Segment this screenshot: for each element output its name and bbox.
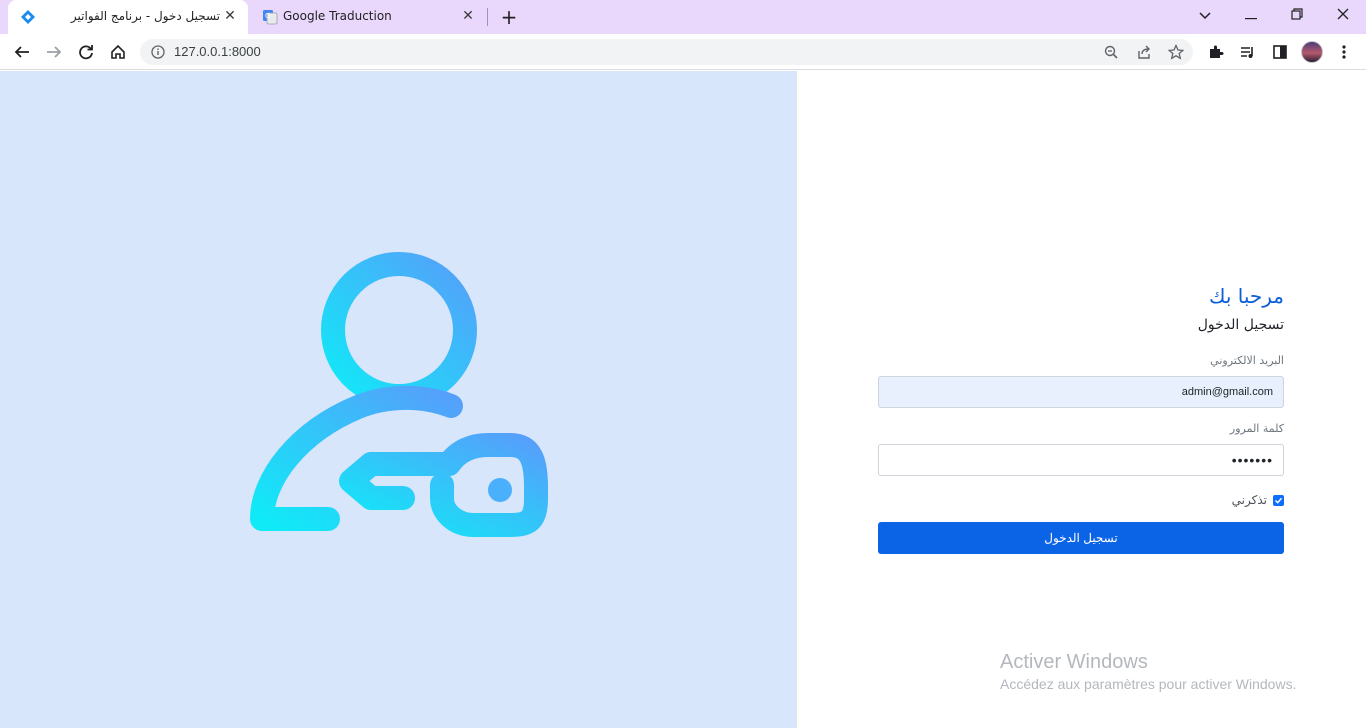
restore-button[interactable] (1285, 5, 1309, 27)
tab-title: تسجيل دخول - برنامج الفواتير (70, 9, 220, 23)
forward-arrow-icon[interactable] (42, 40, 66, 64)
close-window-button[interactable] (1331, 5, 1355, 27)
svg-text:G: G (265, 12, 270, 20)
tab-title: Google Traduction (283, 9, 392, 23)
home-icon[interactable] (106, 40, 130, 64)
browser-toolbar: 127.0.0.1:8000 (0, 34, 1366, 70)
back-arrow-icon[interactable] (10, 40, 34, 64)
tab-active[interactable]: تسجيل دخول - برنامج الفواتير ✕ (8, 0, 248, 34)
media-queue-icon[interactable] (1236, 40, 1260, 64)
email-field[interactable] (878, 376, 1284, 408)
info-icon[interactable] (150, 44, 166, 60)
password-label: كلمة المرور (1229, 422, 1284, 435)
extensions-puzzle-icon[interactable] (1204, 40, 1228, 64)
minimize-button[interactable] (1239, 5, 1263, 27)
login-button[interactable]: تسجيل الدخول (878, 522, 1284, 554)
url-text[interactable]: 127.0.0.1:8000 (174, 44, 261, 59)
tab-google-traduction[interactable]: G Google Traduction ✕ (250, 0, 486, 34)
tab-search-chevron-icon[interactable] (1193, 5, 1217, 27)
windows-activation-watermark: Activer Windows Accédez aux paramètres p… (1000, 651, 1296, 692)
user-key-icon (250, 252, 548, 537)
google-translate-icon: G (262, 9, 278, 25)
side-panel-icon[interactable] (1268, 40, 1292, 64)
close-icon[interactable]: ✕ (460, 8, 476, 24)
login-panel: مرحبا بك تسجيل الدخول البريد الالكتروني … (796, 71, 1366, 728)
watermark-title: Activer Windows (1000, 651, 1148, 673)
address-bar[interactable]: 127.0.0.1:8000 (140, 39, 1193, 65)
password-field[interactable] (878, 444, 1284, 476)
bookmark-star-icon[interactable] (1167, 43, 1185, 61)
browser-tab-strip: تسجيل دخول - برنامج الفواتير ✕ G Google … (0, 0, 1366, 34)
close-icon[interactable]: ✕ (222, 8, 238, 24)
new-tab-button[interactable]: + (498, 6, 520, 28)
remember-label: تذكرني (1231, 493, 1267, 507)
login-subtitle: تسجيل الدخول (1197, 317, 1284, 333)
more-menu-icon[interactable] (1332, 40, 1356, 64)
remember-me[interactable]: تذكرني (1232, 493, 1284, 507)
welcome-heading: مرحبا بك (1208, 284, 1284, 308)
share-icon[interactable] (1135, 43, 1153, 61)
remember-checkbox[interactable] (1273, 494, 1284, 506)
diamond-favicon-icon (20, 9, 36, 25)
page-content: مرحبا بك تسجيل الدخول البريد الالكتروني … (0, 71, 1366, 728)
profile-avatar[interactable] (1301, 41, 1323, 63)
zoom-icon[interactable] (1102, 43, 1120, 61)
hero-panel (0, 71, 796, 728)
tab-divider (487, 8, 488, 26)
reload-icon[interactable] (74, 40, 98, 64)
watermark-subtitle: Accédez aux paramètres pour activer Wind… (1000, 676, 1297, 692)
email-label: البريد الالكتروني (1210, 354, 1284, 367)
